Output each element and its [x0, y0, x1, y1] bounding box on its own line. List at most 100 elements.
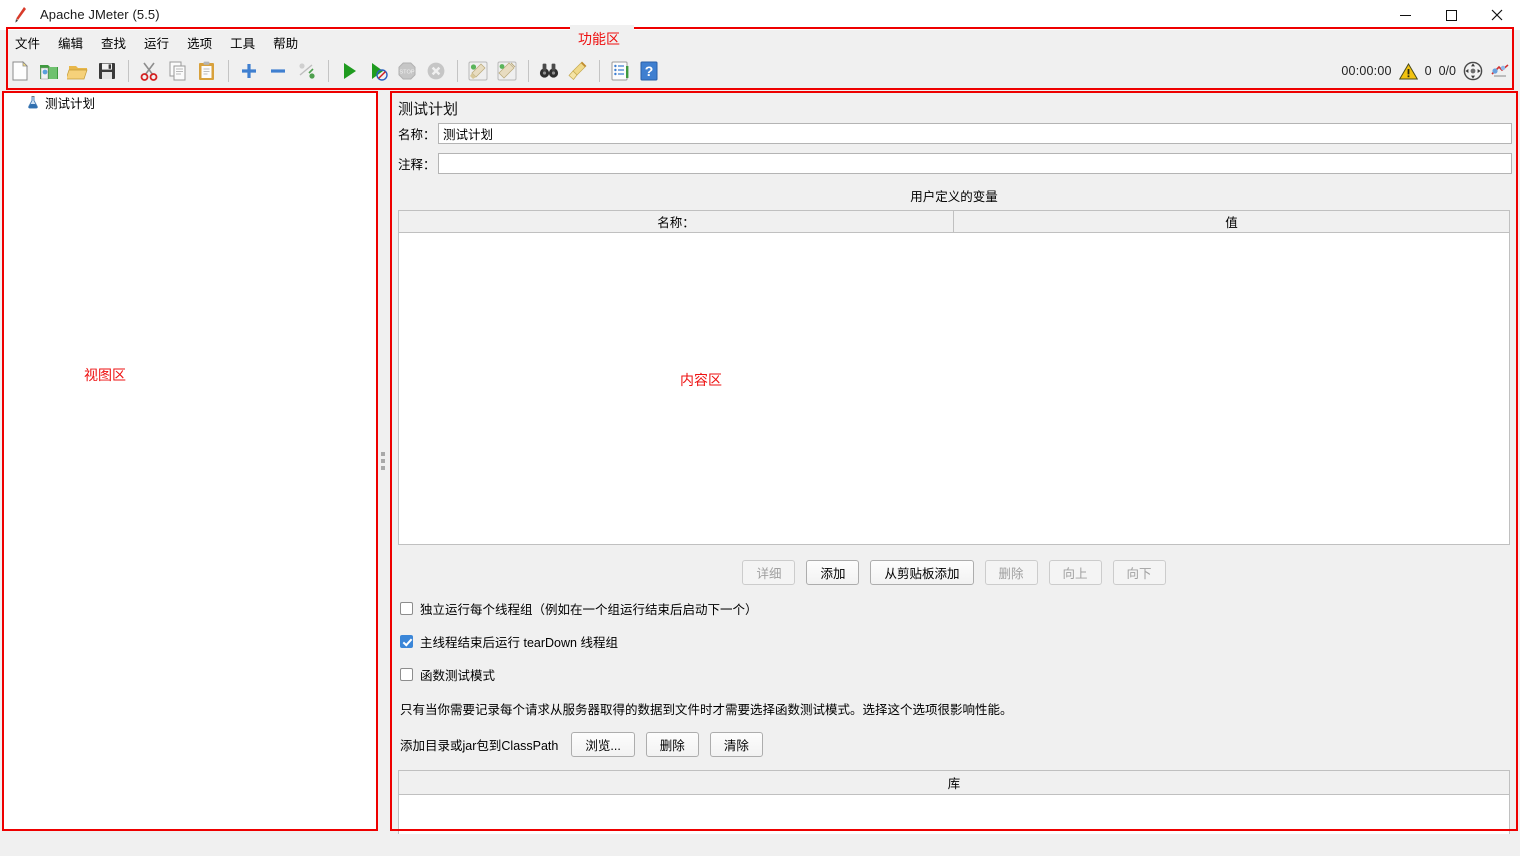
copy-icon[interactable]: [164, 57, 192, 85]
menu-tools[interactable]: 工具: [221, 30, 264, 55]
maximize-button[interactable]: [1428, 0, 1474, 30]
toolbar-separator: [599, 60, 600, 82]
name-input[interactable]: [438, 123, 1512, 144]
annotation-label-function-area: 功能区: [578, 31, 620, 47]
library-table[interactable]: 库: [398, 770, 1510, 834]
delete-button[interactable]: 删除: [984, 560, 1038, 585]
svg-text:?: ?: [645, 63, 654, 79]
detail-button[interactable]: 详细: [742, 560, 796, 585]
classpath-label: 添加目录或jar包到ClassPath: [400, 739, 559, 753]
remote-connect-icon[interactable]: [1490, 62, 1510, 80]
user-defined-variables-table[interactable]: 名称： 值: [398, 210, 1510, 545]
serialize-thread-groups-row[interactable]: 独立运行每个线程组（例如在一个组运行结束后启动下一个）: [390, 599, 1518, 618]
clear-all-icon[interactable]: [493, 57, 521, 85]
menu-run[interactable]: 运行: [135, 30, 178, 55]
add-from-clipboard-button[interactable]: 从剪贴板添加: [870, 560, 974, 585]
column-header-name: 名称：: [399, 211, 954, 232]
move-down-button[interactable]: 向下: [1112, 560, 1166, 585]
splitter-grip-icon: [381, 452, 385, 470]
shutdown-icon[interactable]: [422, 57, 450, 85]
run-teardown-checkbox[interactable]: [400, 635, 413, 648]
new-icon[interactable]: [6, 57, 34, 85]
jmeter-window: Apache JMeter (5.5) 文件 编辑 查找 运行 选项 工具 帮助: [0, 0, 1520, 856]
browse-button[interactable]: 浏览...: [571, 732, 635, 757]
toggle-icon[interactable]: [293, 57, 321, 85]
save-icon[interactable]: [93, 57, 121, 85]
templates-icon[interactable]: [35, 57, 63, 85]
open-icon[interactable]: [64, 57, 92, 85]
remote-engines-icon[interactable]: [1463, 61, 1483, 81]
test-plan-tree[interactable]: 测试计划: [3, 92, 377, 830]
comment-label: 注释：: [398, 158, 436, 172]
functional-test-mode-checkbox[interactable]: [400, 668, 413, 681]
add-button[interactable]: 添加: [806, 560, 860, 585]
window-controls: [1382, 0, 1520, 30]
test-plan-beaker-icon: [26, 95, 40, 109]
close-button[interactable]: [1474, 0, 1520, 30]
comment-input[interactable]: [438, 153, 1512, 174]
annotation-label-view-area: 视图区: [84, 367, 126, 383]
function-helper-icon[interactable]: [606, 57, 634, 85]
table-body[interactable]: [399, 233, 1509, 544]
functional-mode-note: 只有当你需要记录每个请求从服务器取得的数据到文件时才需要选择函数测试模式。选择这…: [400, 703, 1013, 717]
functional-test-mode-label: 函数测试模式: [420, 669, 496, 683]
title-bar: Apache JMeter (5.5): [0, 0, 1520, 30]
comment-field-row: 注释：: [390, 153, 1518, 174]
elapsed-time: 00:00:00: [1341, 64, 1392, 78]
menu-file[interactable]: 文件: [6, 30, 49, 55]
start-icon[interactable]: [335, 57, 363, 85]
expand-all-icon[interactable]: [235, 57, 263, 85]
serialize-thread-groups-checkbox[interactable]: [400, 602, 413, 615]
menu-search[interactable]: 查找: [92, 30, 135, 55]
run-teardown-label: 主线程结束后运行 tearDown 线程组: [420, 636, 618, 650]
warning-triangle-icon[interactable]: [1398, 62, 1418, 80]
tree-node-label: 测试计划: [45, 96, 96, 111]
move-up-button[interactable]: 向上: [1048, 560, 1102, 585]
clear-icon[interactable]: [464, 57, 492, 85]
classpath-clear-button[interactable]: 清除: [709, 732, 763, 757]
stop-icon[interactable]: STOP: [393, 57, 421, 85]
toolbar-separator: [128, 60, 129, 82]
search-icon[interactable]: [535, 57, 563, 85]
functional-test-mode-row[interactable]: 函数测试模式: [390, 665, 1518, 684]
library-column-header: 库: [399, 771, 1509, 795]
toolbar-separator: [528, 60, 529, 82]
user-defined-variables-title: 用户定义的变量: [910, 190, 998, 204]
cut-icon[interactable]: [135, 57, 163, 85]
collapse-all-icon[interactable]: [264, 57, 292, 85]
table-header-row: 名称： 值: [399, 211, 1509, 233]
reset-search-icon[interactable]: [564, 57, 592, 85]
toolbar-separator: [228, 60, 229, 82]
menu-help[interactable]: 帮助: [264, 30, 307, 55]
name-field-row: 名称：: [390, 123, 1518, 144]
classpath-row: 添加目录或jar包到ClassPath 浏览... 删除 清除: [390, 732, 1518, 757]
minimize-button[interactable]: [1382, 0, 1428, 30]
serialize-thread-groups-label: 独立运行每个线程组（例如在一个组运行结束后启动下一个）: [420, 603, 758, 617]
toolbar: STOP ? 00:00:00 0 0/0: [0, 54, 1520, 88]
status-bar: [0, 834, 1520, 856]
svg-text:STOP: STOP: [399, 70, 414, 76]
error-count: 0: [1424, 64, 1432, 78]
annotation-label-content-area: 内容区: [680, 372, 722, 388]
panel-splitter[interactable]: [378, 92, 388, 830]
window-title: Apache JMeter (5.5): [40, 7, 160, 22]
name-label: 名称：: [398, 128, 436, 142]
variable-action-buttons: 详细 添加 从剪贴板添加 删除 向上 向下: [390, 560, 1518, 585]
run-teardown-row[interactable]: 主线程结束后运行 tearDown 线程组: [390, 632, 1518, 651]
tree-node-test-plan[interactable]: 测试计划: [4, 93, 376, 111]
menu-edit[interactable]: 编辑: [49, 30, 92, 55]
start-no-pause-icon[interactable]: [364, 57, 392, 85]
help-icon[interactable]: ?: [635, 57, 663, 85]
library-table-body[interactable]: [399, 795, 1509, 834]
toolbar-separator: [457, 60, 458, 82]
toolbar-status: 00:00:00 0 0/0: [1341, 54, 1510, 88]
page-title: 测试计划: [398, 101, 459, 118]
menu-bar: 文件 编辑 查找 运行 选项 工具 帮助: [0, 30, 1520, 54]
classpath-delete-button[interactable]: 删除: [645, 732, 699, 757]
test-plan-editor: 测试计划 名称： 注释： 用户定义的变量 名称： 值 详细 添加 从剪贴板添加 …: [390, 92, 1518, 834]
paste-icon[interactable]: [193, 57, 221, 85]
thread-count: 0/0: [1438, 64, 1456, 78]
menu-options[interactable]: 选项: [178, 30, 221, 55]
toolbar-separator: [328, 60, 329, 82]
column-header-value: 值: [954, 211, 1509, 232]
